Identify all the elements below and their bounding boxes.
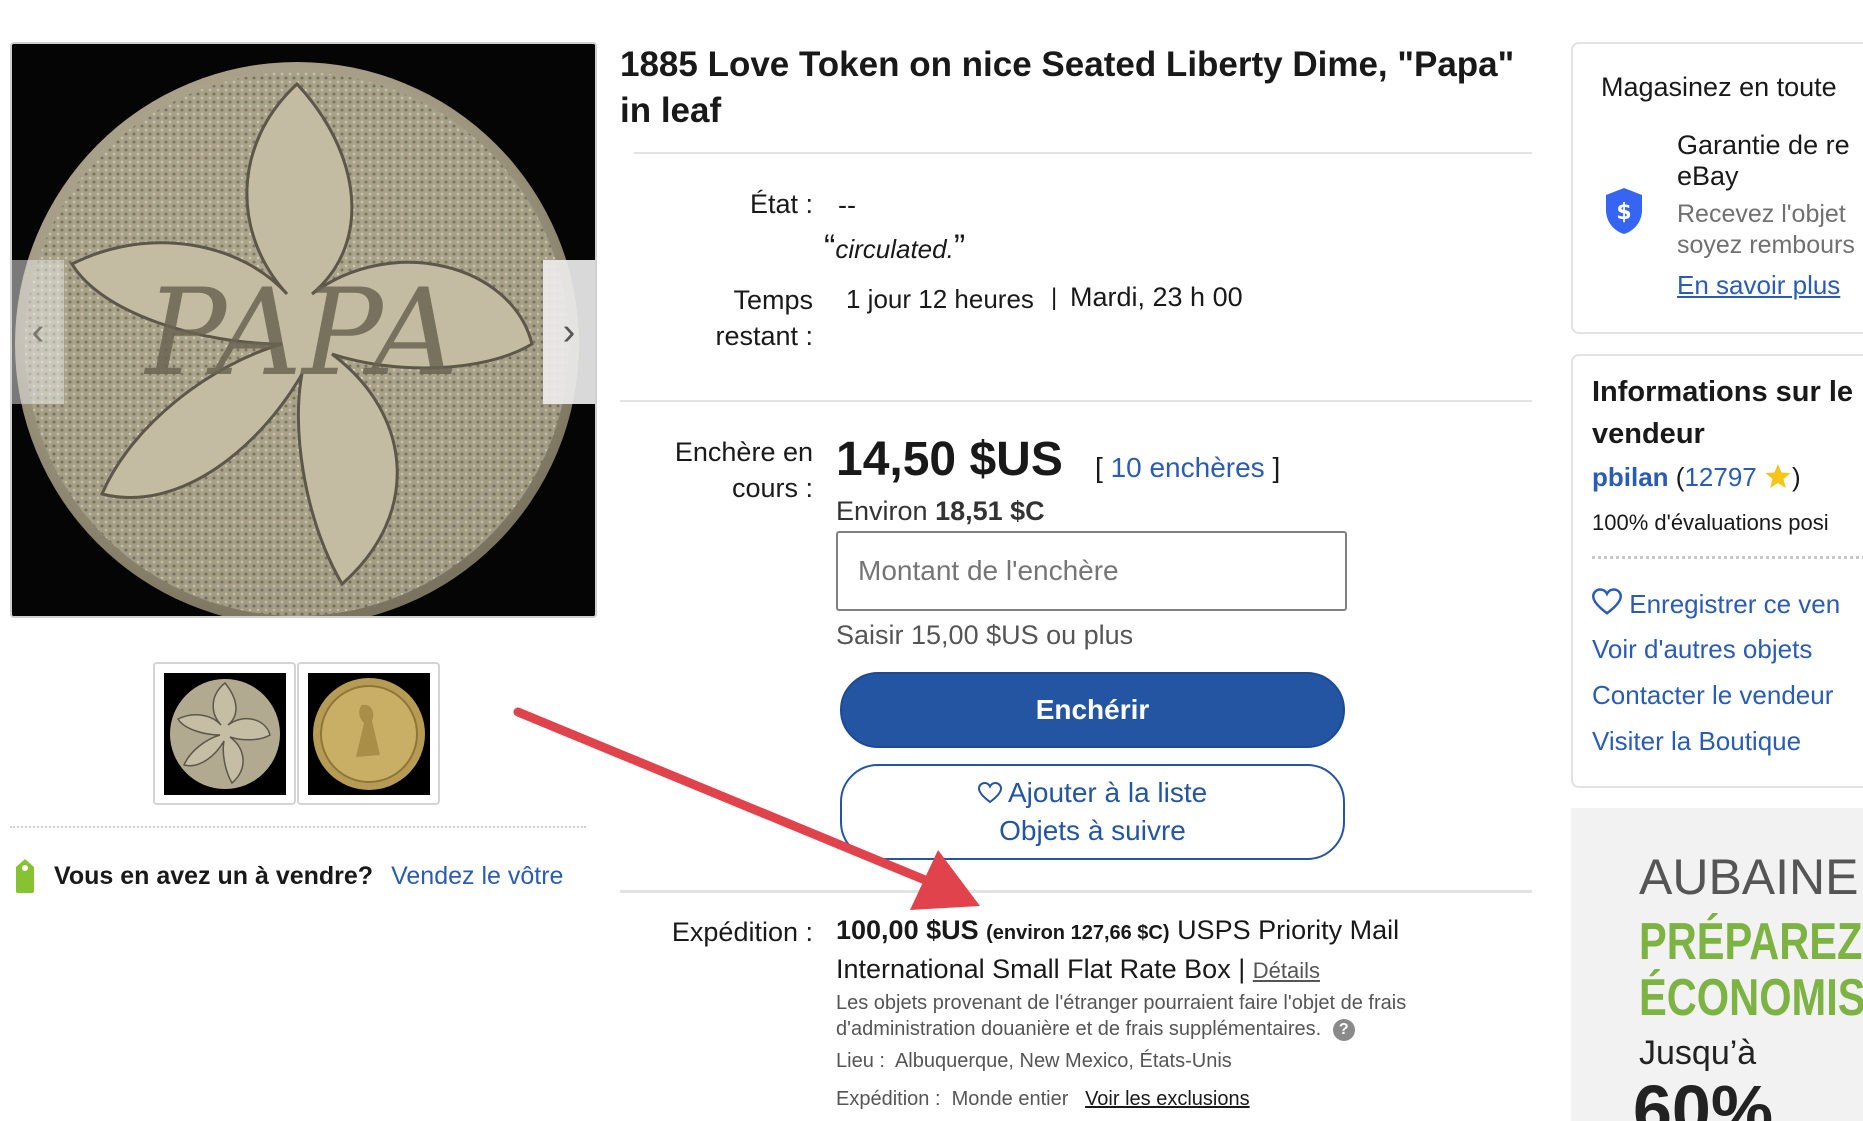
condition-label: État : xyxy=(749,189,813,219)
time-left-value: 1 jour 12 heures xyxy=(846,284,1034,314)
listing-title: 1885 Love Token on nice Seated Liberty D… xyxy=(620,45,1515,130)
approx-prefix: Environ xyxy=(836,496,928,526)
sell-question: Vous en avez un à vendre? xyxy=(54,861,374,890)
contact-seller-link[interactable]: Contacter le vendeur xyxy=(1592,680,1833,711)
customs-note: Les objets provenant de l'étranger pourr… xyxy=(836,990,1496,1042)
shield-dollar-icon: $ xyxy=(1606,188,1642,234)
current-bid-label: Enchère en cours : xyxy=(620,434,813,506)
shipping-details-link[interactable]: Détails xyxy=(1253,958,1320,983)
seller-heading-1: Informations sur le xyxy=(1592,376,1854,408)
bid-count: [ 10 enchères ] xyxy=(1095,452,1280,484)
item-location: Lieu : Albuquerque, New Mexico, États-Un… xyxy=(836,1050,1232,1073)
svg-text:$: $ xyxy=(1616,200,1631,225)
approx-price: Environ 18,51 $C xyxy=(836,496,1045,527)
coin-image: PAPA xyxy=(12,44,595,616)
seller-identity: pbilan (12797 ) xyxy=(1592,462,1801,493)
approx-value: 18,51 $C xyxy=(935,496,1045,526)
other-items-link[interactable]: Voir d'autres objets xyxy=(1592,634,1812,665)
ad-line-5: 60% xyxy=(1633,1071,1774,1121)
bid-count-open: [ xyxy=(1095,452,1103,483)
current-price: 14,50 $US xyxy=(836,433,1063,486)
condition-quote: circulated. xyxy=(835,234,954,264)
sell-prompt: Vous en avez un à vendre? Vendez le vôtr… xyxy=(10,856,563,896)
shipping-service-2: International Small Flat Rate Box | xyxy=(836,954,1246,984)
section-divider-1 xyxy=(620,400,1532,402)
shipping-approx: (environ 127,66 $C) xyxy=(986,922,1170,944)
guarantee-desc-2: soyez rembours xyxy=(1677,231,1855,259)
title-divider xyxy=(634,152,1532,154)
main-product-image[interactable]: PAPA ‹ › xyxy=(10,42,597,618)
seller-divider xyxy=(1592,556,1863,559)
star-icon xyxy=(1765,464,1791,488)
current-bid-label-line1: Enchère en xyxy=(674,437,813,467)
time-left-label: Temps restant : xyxy=(620,282,813,354)
save-seller-label: Enregistrer ce ven xyxy=(1629,589,1841,619)
next-image-button[interactable]: › xyxy=(543,260,595,404)
thumbnail-front-image xyxy=(165,674,284,793)
condition-note: “circulated.” xyxy=(824,228,965,267)
ad-line-1: AUBAINE xyxy=(1639,849,1859,905)
bid-hint: Saisir 15,00 $US ou plus xyxy=(836,620,1134,650)
learn-more-link[interactable]: En savoir plus xyxy=(1677,270,1840,301)
ships-to-label: Expédition : xyxy=(836,1088,941,1110)
shipping-service-1: USPS Priority Mail xyxy=(1177,915,1400,945)
guarantee-title-2: eBay xyxy=(1677,161,1739,191)
help-icon[interactable]: ? xyxy=(1332,1018,1355,1041)
ships-to-value: Monde entier xyxy=(951,1088,1069,1110)
customs-note-line2: d'administration douanière et de frais s… xyxy=(836,1018,1322,1040)
ad-line-4: Jusqu’à xyxy=(1639,1034,1757,1072)
shipping-info: 100,00 $US (environ 127,66 $C) USPS Prio… xyxy=(836,912,1536,989)
quote-open: “ xyxy=(824,228,836,266)
watchlist-label-1: Ajouter à la liste xyxy=(1008,777,1208,808)
watchlist-line1: Ajouter à la liste xyxy=(977,774,1208,812)
guarantee-heading: Magasinez en toute xyxy=(1601,72,1837,102)
seller-heading-2: vendeur xyxy=(1592,418,1705,450)
previous-image-button[interactable]: ‹ xyxy=(12,260,64,404)
bid-count-close: ] xyxy=(1272,452,1281,483)
bid-amount-input[interactable] xyxy=(836,531,1347,611)
current-bid-label-line2: cours : xyxy=(731,473,813,503)
ships-to: Expédition : Monde entier Voir les exclu… xyxy=(836,1088,1250,1111)
ad-line-3: ÉCONOMIS xyxy=(1639,969,1863,1027)
bid-history-link[interactable]: 10 enchères xyxy=(1111,452,1265,483)
chevron-left-icon: ‹ xyxy=(31,310,45,353)
watchlist-label-2: Objets à suivre xyxy=(999,815,1186,846)
location-label: Lieu : xyxy=(836,1050,885,1072)
positive-feedback: 100% d'évaluations posi xyxy=(1592,510,1829,535)
price-tag-icon xyxy=(16,859,34,893)
annotation-arrow xyxy=(513,707,980,910)
thumbnail-back[interactable] xyxy=(297,662,440,805)
chevron-right-icon: › xyxy=(562,310,576,353)
time-left-label-line1: Temps xyxy=(733,285,813,315)
seller-name-link[interactable]: pbilan xyxy=(1592,462,1669,492)
thumbnail-back-image xyxy=(309,674,428,793)
ad-line-2: PRÉPAREZ- xyxy=(1639,913,1863,971)
heart-icon xyxy=(1591,588,1623,615)
feedback-score-link[interactable]: 12797 xyxy=(1684,462,1756,492)
thumbnail-front[interactable] xyxy=(153,662,296,805)
visit-store-link[interactable]: Visiter la Boutique xyxy=(1592,726,1801,757)
gallery-divider xyxy=(10,826,586,828)
quote-close: ” xyxy=(953,228,966,266)
save-seller-link[interactable]: Enregistrer ce ven xyxy=(1591,588,1841,620)
guarantee-title-1: Garantie de re xyxy=(1677,130,1850,160)
feedback-close: ) xyxy=(1792,462,1801,492)
guarantee-desc-1: Recevez l'objet xyxy=(1677,200,1846,228)
promo-ad[interactable]: AUBAINE PRÉPAREZ- ÉCONOMIS Jusqu’à 60% xyxy=(1571,808,1863,1121)
location-value: Albuquerque, New Mexico, États-Unis xyxy=(894,1050,1232,1072)
exclusions-link[interactable]: Voir les exclusions xyxy=(1085,1088,1250,1110)
condition-value: -- xyxy=(838,190,856,220)
time-separator: | xyxy=(1051,284,1058,311)
auction-end-time: Mardi, 23 h 00 xyxy=(1070,282,1243,312)
coin-engraving-text: PAPA xyxy=(144,264,459,403)
customs-note-line1: Les objets provenant de l'étranger pourr… xyxy=(836,992,1407,1014)
time-left-label-line2: restant : xyxy=(715,321,813,351)
